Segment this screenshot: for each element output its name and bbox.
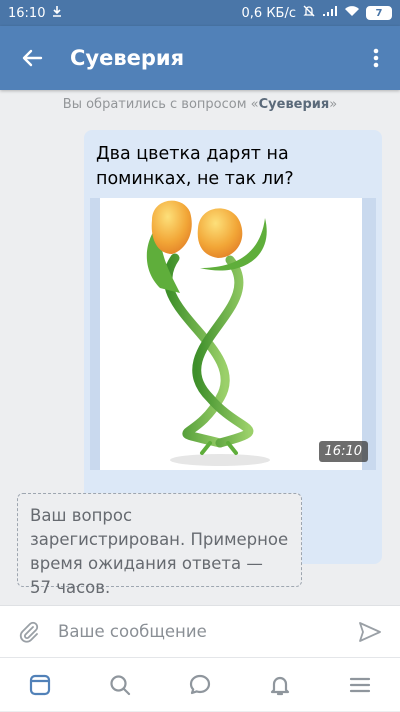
chat-history[interactable]: Вы обратились с вопросом «Суеверия» Два … — [0, 90, 400, 605]
wifi-icon — [344, 5, 360, 21]
tab-menu[interactable] — [330, 658, 390, 712]
bell-muted-icon — [302, 4, 316, 22]
battery-indicator: 7 — [366, 6, 392, 20]
send-icon — [359, 621, 381, 642]
bell-icon — [270, 676, 290, 695]
hamburger-menu-icon — [349, 677, 371, 692]
message-time: 16:10 — [318, 441, 368, 462]
message-text: Два цветка дарят на поминках, не так ли? — [96, 144, 294, 189]
topic-name: Суеверия — [258, 97, 330, 112]
photo-tulips — [100, 198, 362, 470]
chat-bubble-icon — [189, 674, 211, 694]
tab-messages[interactable] — [170, 658, 230, 712]
system-message: Вы обратились с вопросом «Суеверия» — [62, 97, 338, 112]
more-options-button[interactable] — [352, 26, 400, 90]
chat-title: Суеверия — [70, 46, 185, 70]
network-speed: 0,6 КБ/с — [241, 5, 296, 21]
auto-reply-notice: Ваш вопрос зарегистрирован. Примерное вр… — [17, 493, 302, 597]
status-time: 16:10 — [8, 5, 46, 21]
attach-button[interactable] — [0, 621, 58, 643]
tab-search[interactable] — [90, 658, 150, 712]
search-icon — [110, 674, 131, 695]
signal-icon — [322, 5, 338, 21]
status-bar: 16:10 0,6 КБ/с 7 — [0, 0, 400, 26]
message-input[interactable]: Ваше сообщение — [58, 622, 340, 641]
message-composer: Ваше сообщение — [0, 605, 400, 657]
tab-notifications[interactable] — [250, 658, 310, 712]
tab-news[interactable] — [10, 658, 70, 712]
download-icon — [51, 5, 63, 21]
message-photo[interactable]: 16:10 — [90, 198, 376, 470]
bottom-navigation — [0, 657, 400, 711]
app-bar: Суеверия — [0, 26, 400, 90]
more-vertical-icon — [373, 48, 379, 68]
paperclip-icon — [19, 621, 39, 643]
back-button[interactable] — [0, 26, 64, 90]
news-icon — [29, 674, 51, 695]
send-button[interactable] — [340, 621, 400, 642]
back-arrow-icon — [22, 49, 43, 67]
